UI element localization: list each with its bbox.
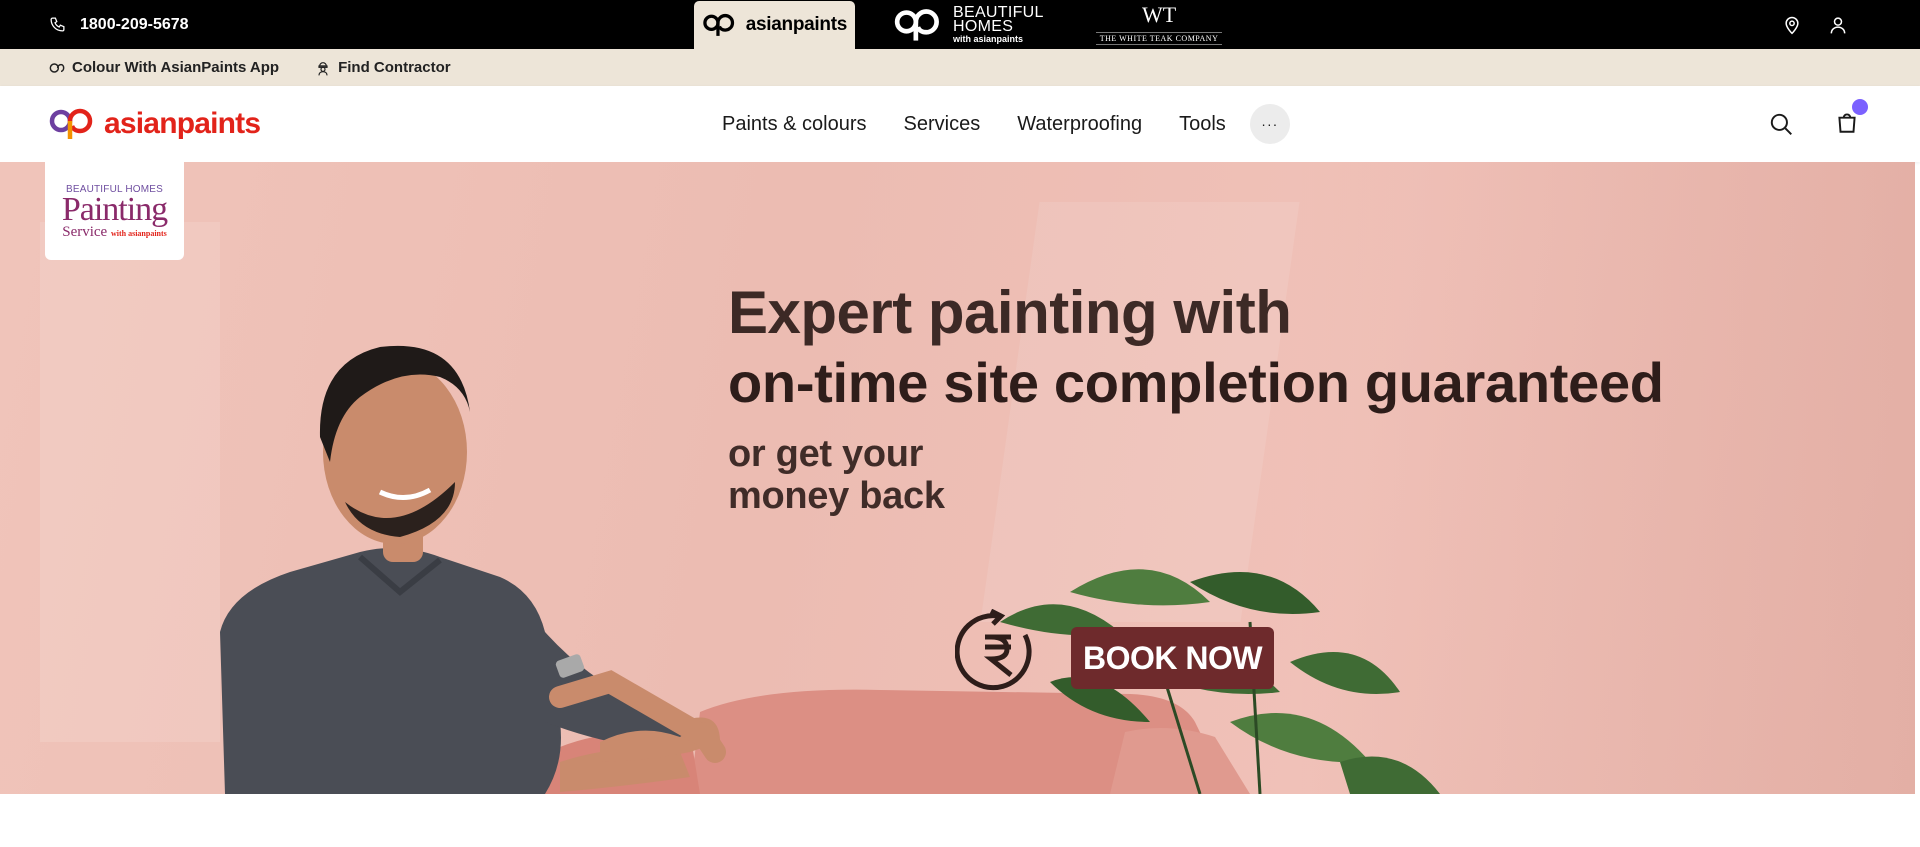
headline-line2: on-time site completion guaranteed bbox=[728, 351, 1664, 414]
asianpaints-logo[interactable]: asianpaints bbox=[48, 104, 261, 144]
nav-menu: Paints & colours Services Waterproofing … bbox=[722, 86, 1290, 162]
colour-app-link[interactable]: Colour With AsianPaints App bbox=[49, 59, 279, 76]
main-navigation: asianpaints Paints & colours Services Wa… bbox=[0, 86, 1920, 162]
brand-tab-asianpaints[interactable]: asianpaints bbox=[694, 1, 855, 49]
utility-bar: Colour With AsianPaints App Find Contrac… bbox=[0, 49, 1920, 86]
badge-tagline: with asianpaints bbox=[110, 229, 167, 238]
find-contractor-label: Find Contractor bbox=[338, 59, 451, 76]
hero-banner[interactable]: BEAUTIFUL HOMES Painting Service with as… bbox=[0, 162, 1915, 794]
brand-tab-white-teak[interactable]: WT THE WHITE TEAK COMPANY bbox=[1088, 0, 1231, 49]
brand-tagline: with asianpaints bbox=[953, 33, 1024, 44]
location-pin-icon[interactable] bbox=[1782, 15, 1802, 35]
badge-subtitle: Service with asianpaints bbox=[62, 224, 167, 240]
search-icon[interactable] bbox=[1768, 111, 1794, 137]
cart-badge bbox=[1852, 98, 1868, 115]
find-contractor-link[interactable]: Find Contractor bbox=[315, 59, 451, 76]
brand-label: THE WHITE TEAK COMPANY bbox=[1095, 31, 1223, 45]
nav-paints-colours[interactable]: Paints & colours bbox=[722, 113, 867, 136]
brand-tab-beautiful-homes[interactable]: BEAUTIFUL HOMES with asianpaints bbox=[885, 0, 1052, 49]
hero-headline: Expert painting with on-time site comple… bbox=[728, 278, 1664, 517]
nav-waterproofing[interactable]: Waterproofing bbox=[1017, 113, 1142, 136]
headline-line3a: or get your bbox=[728, 433, 924, 475]
top-brand-bar: 1800-209-5678 asianpaints BEAUTIFUL HOME… bbox=[0, 0, 1920, 49]
painter-figure bbox=[220, 345, 726, 794]
headline-line3b: money back bbox=[728, 475, 945, 517]
brand-switcher: asianpaints BEAUTIFUL HOMES with asianpa… bbox=[694, 0, 1230, 49]
sofa-cushion bbox=[1110, 728, 1250, 794]
contractor-icon bbox=[318, 61, 328, 75]
nav-services[interactable]: Services bbox=[904, 113, 981, 136]
phone-contact[interactable]: 1800-209-5678 bbox=[49, 0, 189, 49]
painting-service-badge: BEAUTIFUL HOMES Painting Service with as… bbox=[45, 162, 184, 260]
phone-number: 1800-209-5678 bbox=[80, 15, 189, 33]
more-menu-button[interactable]: ··· bbox=[1249, 104, 1290, 144]
nav-icons bbox=[1768, 86, 1868, 162]
asianpaints-logo-mark-icon bbox=[49, 108, 93, 139]
headline-line1: Expert painting with bbox=[728, 279, 1292, 346]
brand-monogram: WT bbox=[1141, 1, 1177, 27]
beautiful-homes-mark-icon bbox=[894, 8, 939, 41]
asianpaints-mark-icon bbox=[703, 13, 735, 36]
book-now-button[interactable]: BOOK NOW bbox=[1071, 627, 1274, 689]
app-icon bbox=[49, 62, 65, 73]
brand-label-line2: HOMES bbox=[953, 17, 1014, 35]
colour-app-label: Colour With AsianPaints App bbox=[72, 59, 280, 76]
cart-button[interactable] bbox=[1834, 98, 1868, 140]
user-icon[interactable] bbox=[1828, 15, 1848, 35]
rupee-refund-icon bbox=[955, 609, 1032, 691]
top-icons bbox=[1782, 0, 1848, 49]
phone-icon bbox=[50, 17, 65, 32]
headline-line3: or get your money back bbox=[728, 433, 1664, 517]
brand-label: asianpaints bbox=[745, 14, 848, 35]
logo-wordmark: asianpaints bbox=[104, 107, 261, 140]
badge-title: Painting bbox=[61, 191, 168, 228]
nav-tools[interactable]: Tools bbox=[1179, 113, 1226, 136]
